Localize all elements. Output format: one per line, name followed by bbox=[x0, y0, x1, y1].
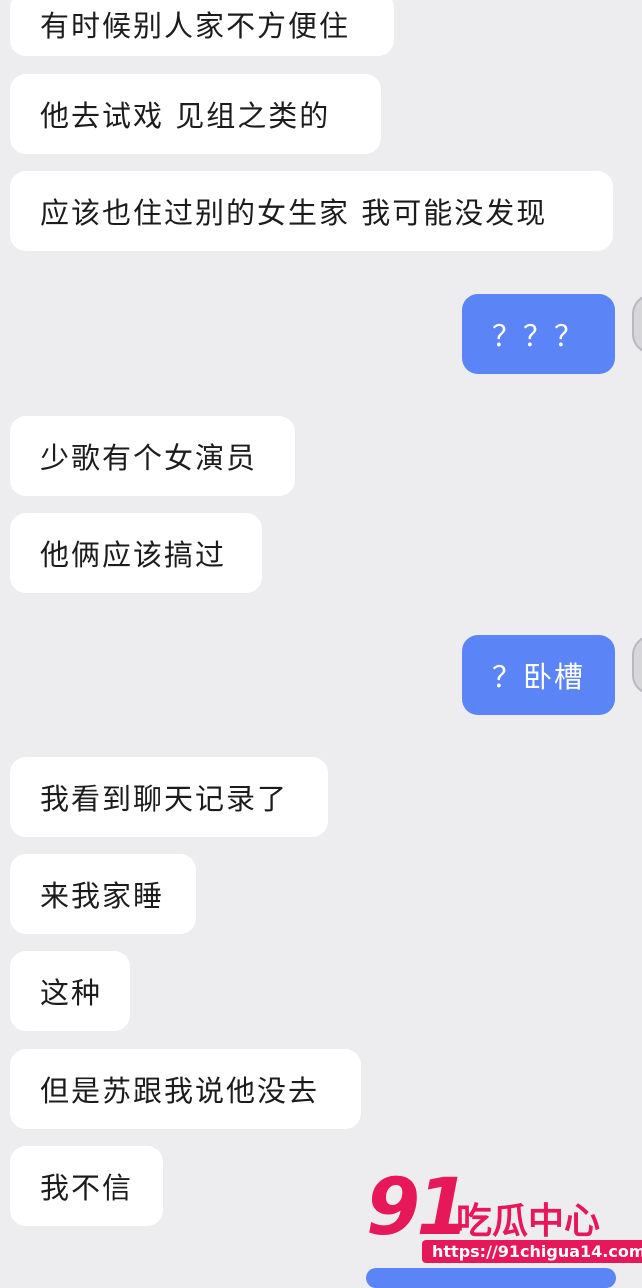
message-text: 少歌有个女演员 bbox=[40, 441, 258, 475]
message-text: 我看到聊天记录了 bbox=[40, 782, 289, 816]
incoming-message-bubble[interactable]: 他俩应该搞过 bbox=[10, 513, 262, 593]
incoming-message-bubble[interactable]: 我看到聊天记录了 bbox=[10, 757, 328, 837]
incoming-message-bubble[interactable]: 但是苏跟我说他没去 bbox=[10, 1049, 361, 1129]
chat-message-list[interactable]: 有时候别人家不方便住 他去试戏 见组之类的 应该也住过别的女生家 我可能没发现 … bbox=[0, 0, 642, 1288]
incoming-message-bubble[interactable]: 他去试戏 见组之类的 bbox=[10, 74, 381, 154]
incoming-message-bubble[interactable]: 应该也住过别的女生家 我可能没发现 bbox=[10, 171, 613, 251]
incoming-message-bubble[interactable]: 我不信 bbox=[10, 1146, 163, 1226]
message-text: 这种 bbox=[40, 976, 103, 1010]
message-text: ？卧槽 bbox=[492, 660, 586, 694]
incoming-message-bubble[interactable]: 这种 bbox=[10, 951, 130, 1031]
watermark-brand: 吃瓜中心 bbox=[456, 1201, 601, 1242]
message-text: 他俩应该搞过 bbox=[40, 538, 227, 572]
site-watermark: 91 吃瓜中心 https://91chigua14.com bbox=[366, 1163, 642, 1272]
message-text: ？？？ bbox=[492, 319, 586, 353]
message-text: 但是苏跟我说他没去 bbox=[40, 1074, 320, 1108]
outgoing-message-bubble[interactable]: ？？？ bbox=[462, 294, 615, 374]
sender-avatar[interactable] bbox=[632, 294, 642, 354]
incoming-message-bubble[interactable]: 少歌有个女演员 bbox=[10, 416, 295, 496]
outgoing-message-bubble[interactable]: ？卧槽 bbox=[462, 635, 615, 715]
incoming-message-bubble[interactable]: 有时候别人家不方便住 bbox=[10, 0, 394, 56]
message-text: 他去试戏 见组之类的 bbox=[40, 99, 331, 133]
message-text: 应该也住过别的女生家 我可能没发现 bbox=[40, 196, 548, 230]
message-text: 有时候别人家不方便住 bbox=[40, 9, 351, 43]
message-text: 我不信 bbox=[40, 1171, 134, 1205]
watermark-number: 91 bbox=[366, 1163, 471, 1253]
watermark-url: https://91chigua14.com bbox=[422, 1240, 642, 1263]
message-text: 来我家睡 bbox=[40, 879, 165, 913]
incoming-message-bubble[interactable]: 来我家睡 bbox=[10, 854, 196, 934]
sender-avatar[interactable] bbox=[632, 635, 642, 695]
